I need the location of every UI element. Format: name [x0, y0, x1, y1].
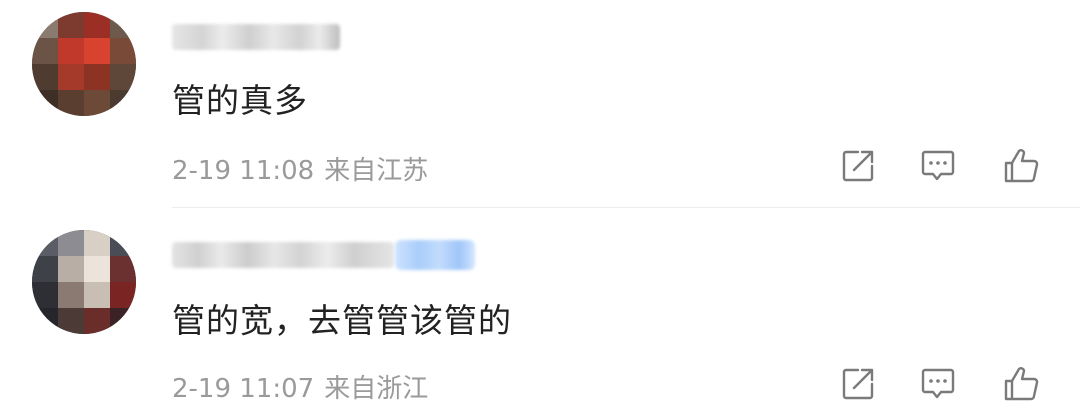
avatar-image [32, 12, 136, 116]
comment-meta: 2-19 11:08 来自江苏 [172, 150, 428, 187]
comment-item: 管的真多 2-19 11:08 来自江苏 [0, 0, 1080, 208]
thumbs-up-icon [1004, 367, 1039, 401]
like-button[interactable] [1002, 364, 1042, 404]
comment-item: 管的宽，去管管该管的 2-19 11:07 来自浙江 [0, 208, 1080, 416]
comment-location: 来自浙江 [324, 374, 429, 404]
avatar-image [32, 230, 136, 334]
user-badge-blurred [395, 240, 475, 270]
avatar[interactable] [32, 12, 136, 116]
username-blurred[interactable] [172, 242, 394, 268]
share-icon [842, 150, 874, 182]
comment-text: 管的真多 [172, 81, 308, 120]
thumbs-up-icon [1004, 149, 1039, 183]
comment-date: 2-19 11:07 [172, 374, 315, 404]
reply-button[interactable] [918, 146, 958, 186]
comment-location: 来自江苏 [324, 156, 429, 186]
avatar[interactable] [32, 230, 136, 334]
comment-text: 管的宽，去管管该管的 [172, 301, 512, 340]
share-icon [842, 368, 874, 400]
like-button[interactable] [1002, 146, 1042, 186]
comment-meta: 2-19 11:07 来自浙江 [172, 368, 428, 405]
share-button[interactable] [838, 364, 878, 404]
share-button[interactable] [838, 146, 878, 186]
comment-icon [921, 368, 955, 399]
reply-button[interactable] [918, 364, 958, 404]
comment-icon [921, 150, 955, 181]
username-blurred[interactable] [172, 24, 340, 50]
comment-date: 2-19 11:08 [172, 156, 315, 186]
